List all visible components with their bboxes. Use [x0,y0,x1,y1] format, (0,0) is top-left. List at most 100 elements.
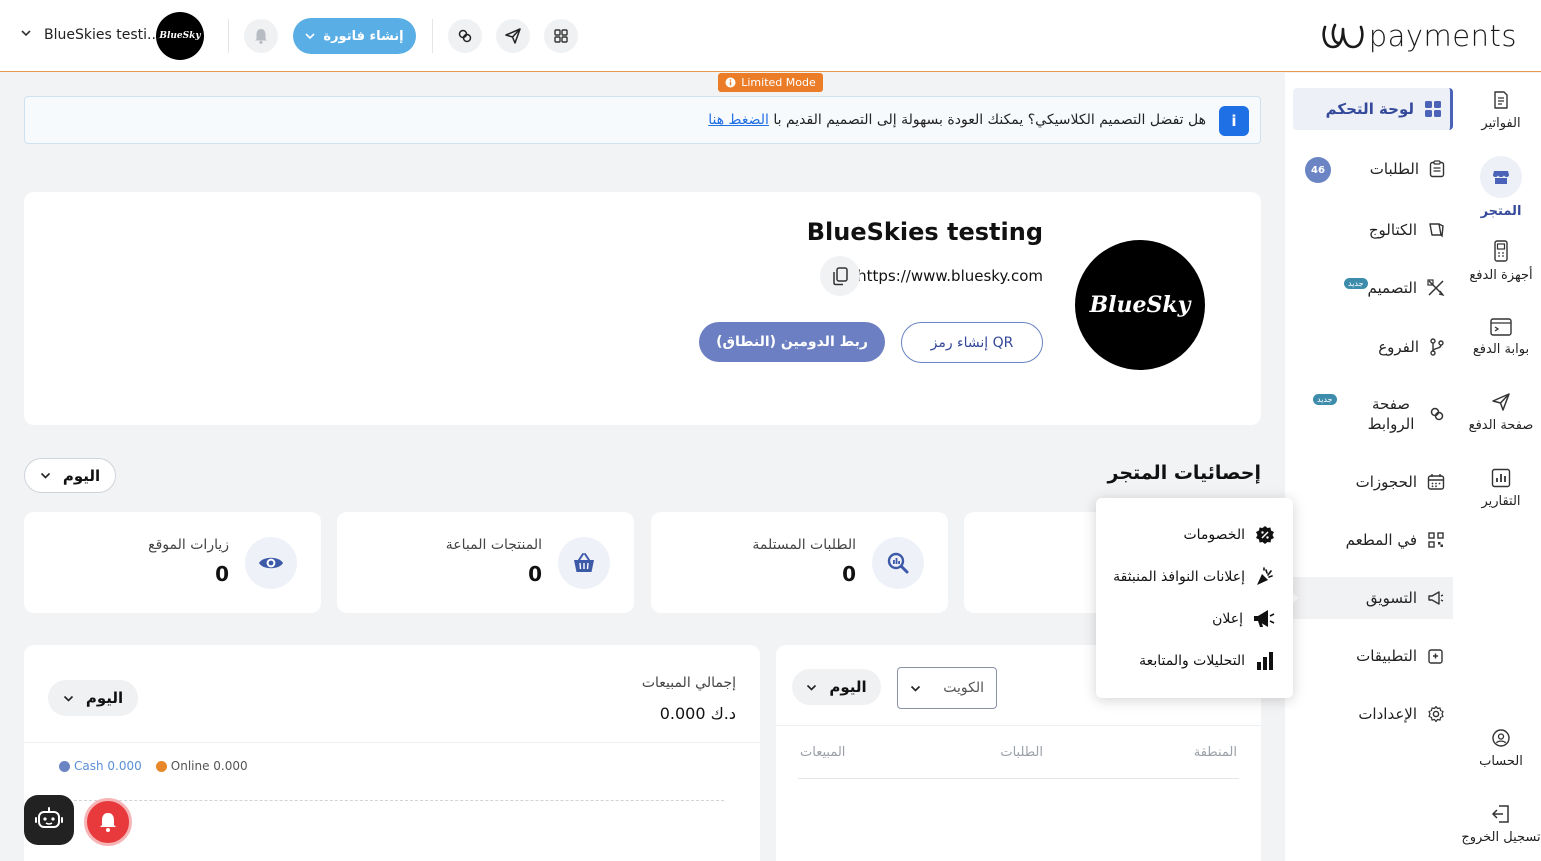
menu-item-advertisement[interactable]: إعلان [1212,609,1275,629]
send-icon [505,28,521,44]
logo-text: payments [1368,19,1517,53]
column-header-region: المنطقة [1193,745,1237,760]
stat-label: الطلبات المستلمة [752,537,856,553]
store-logo-text: BlueSky [1089,292,1191,318]
country-value: الكويت [943,680,984,696]
chart-gridline [74,800,724,801]
rail-item-payment-page[interactable]: صفحة الدفع [1461,392,1541,433]
sidebar-item-label: التصميم [1367,279,1417,297]
menu-item-analytics[interactable]: التحليلات والمتابعة [1139,651,1275,671]
sales-title: إجمالي المبيعات [641,675,736,691]
store-switcher-label[interactable]: BlueSkies testi... [44,27,160,43]
sidebar-item-dashboard[interactable]: لوحة التحكم [1293,88,1453,130]
banner-message: هل تفضل التصميم الكلاسيكي؟ يمكنك العودة … [773,112,1206,128]
qr-scan-button[interactable] [544,19,578,53]
classic-design-banner: i هل تفضل التصميم الكلاسيكي؟ يمكنك العود… [24,96,1261,144]
sidebar-item-settings[interactable]: الإعدادات [1293,693,1453,735]
sales-period-select[interactable]: اليوم [48,680,138,716]
menu-item-discounts[interactable]: الخصومات [1183,525,1275,545]
rail-item-reports[interactable]: التقارير [1461,468,1541,509]
sidebar-item-apps[interactable]: التطبيقات [1293,635,1453,677]
analytics-icon [1257,652,1273,670]
send-button[interactable] [496,19,530,53]
rail-item-logout[interactable]: تسجيل الخروج [1461,804,1541,845]
stat-card-products: المنتجات المباعة 0 [337,512,634,613]
rail-item-label: بوابة الدفع [1472,342,1530,357]
banner-text: هل تفضل التصميم الكلاسيكي؟ يمكنك العودة … [708,112,1206,128]
stat-value: 0 [842,562,856,586]
copy-url-button[interactable] [820,256,860,296]
sales-period-value: اليوم [85,689,124,707]
discount-icon [1256,526,1274,544]
link-domain-button[interactable]: ربط الدومين (النطاق) [699,322,885,362]
sidebar-item-reservations[interactable]: الحجوزات [1293,461,1453,503]
legend-online-label: Online 0.000 [170,759,248,773]
legend-dot-online [155,760,167,772]
sidebar-item-label: الإعدادات [1358,705,1417,723]
notifications-button[interactable] [244,19,278,53]
stats-period-value: اليوم [62,466,101,485]
sales-total-card: إجمالي المبيعات 0.000 د.ك اليوم Cash 0.0… [24,645,760,861]
rail-item-label: الفواتير [1481,116,1521,131]
store-url[interactable]: https://www.bluesky.com [857,267,1043,285]
country-select[interactable]: الكويت [897,667,997,709]
logo-mark-icon [1322,23,1364,49]
menu-item-popup-ads[interactable]: إعلانات النوافذ المنبثقة [1113,567,1275,587]
divider [24,742,760,743]
pos-device-icon [1494,240,1508,262]
link-icon [458,29,472,43]
rail-item-store[interactable]: المتجر [1461,156,1541,219]
apps-icon [1428,649,1443,664]
region-period-value: اليوم [829,678,867,696]
link-button[interactable] [448,19,482,53]
chevron-down-icon [63,695,73,702]
bell-icon [100,813,116,832]
orders-count-badge: 46 [1305,157,1331,183]
region-period-select[interactable]: اليوم [792,669,881,705]
menu-item-label: الخصومات [1183,527,1245,543]
stats-title: إحصائيات المتجر [1107,462,1261,484]
sidebar-item-branches[interactable]: الفروع [1293,326,1453,368]
top-bar: payments إنشاء فاتورة BlueSky BlueSkies … [0,0,1541,72]
gateway-icon [1490,318,1512,336]
create-qr-button[interactable]: إنشاء رمز QR [901,322,1043,363]
sidebar-item-in-restaurant[interactable]: في المطعم [1293,519,1453,561]
rail-item-pos-devices[interactable]: أجهزة الدفع [1461,240,1541,283]
divider [228,19,229,53]
marketing-menu: الخصومات إعلانات النوافذ المنبثقة إعلان … [1096,498,1293,698]
invoice-icon [1494,91,1508,109]
limited-mode-badge: Limited Mode [718,73,823,92]
chatbot-button[interactable] [24,795,74,845]
create-invoice-button[interactable]: إنشاء فاتورة [293,18,416,54]
sidebar-item-marketing[interactable]: التسويق [1293,577,1453,619]
calendar-icon [1427,474,1445,490]
search-chart-icon [872,537,924,589]
qr-icon [1428,532,1444,548]
stat-value: 0 [215,562,229,586]
legend-cash-label: Cash 0.000 [74,759,142,773]
logo[interactable]: payments [1321,18,1517,54]
rail-item-invoices[interactable]: الفواتير [1461,90,1541,131]
chevron-down-icon [21,30,31,37]
legend-dot-cash [59,760,70,772]
stats-period-select[interactable]: اليوم [24,458,116,493]
settings-icon [1428,705,1444,723]
sidebar-item-design[interactable]: التصميم [1293,267,1453,309]
notification-bell-button[interactable] [84,798,132,846]
store-avatar[interactable]: BlueSky [156,12,204,60]
clipboard-icon [1429,160,1445,178]
stat-value: 0 [528,562,542,586]
sidebar-item-label: التطبيقات [1356,647,1417,665]
menu-item-label: إعلانات النوافذ المنبثقة [1113,569,1245,585]
rail-item-account[interactable]: الحساب [1461,728,1541,769]
rail-item-label: تسجيل الخروج [1461,830,1541,845]
robot-icon [35,807,63,828]
store-avatar-text: BlueSky [159,31,201,41]
catalog-icon [1429,223,1444,238]
sidebar-item-label: في المطعم [1345,531,1417,549]
sidebar-item-catalog[interactable]: الكتالوج [1293,209,1453,251]
banner-link[interactable]: الضغط هنا [708,112,769,128]
store-switcher-chevron[interactable] [20,29,32,37]
chevron-down-icon [40,472,50,479]
rail-item-payment-gateway[interactable]: بوابة الدفع [1461,318,1541,357]
